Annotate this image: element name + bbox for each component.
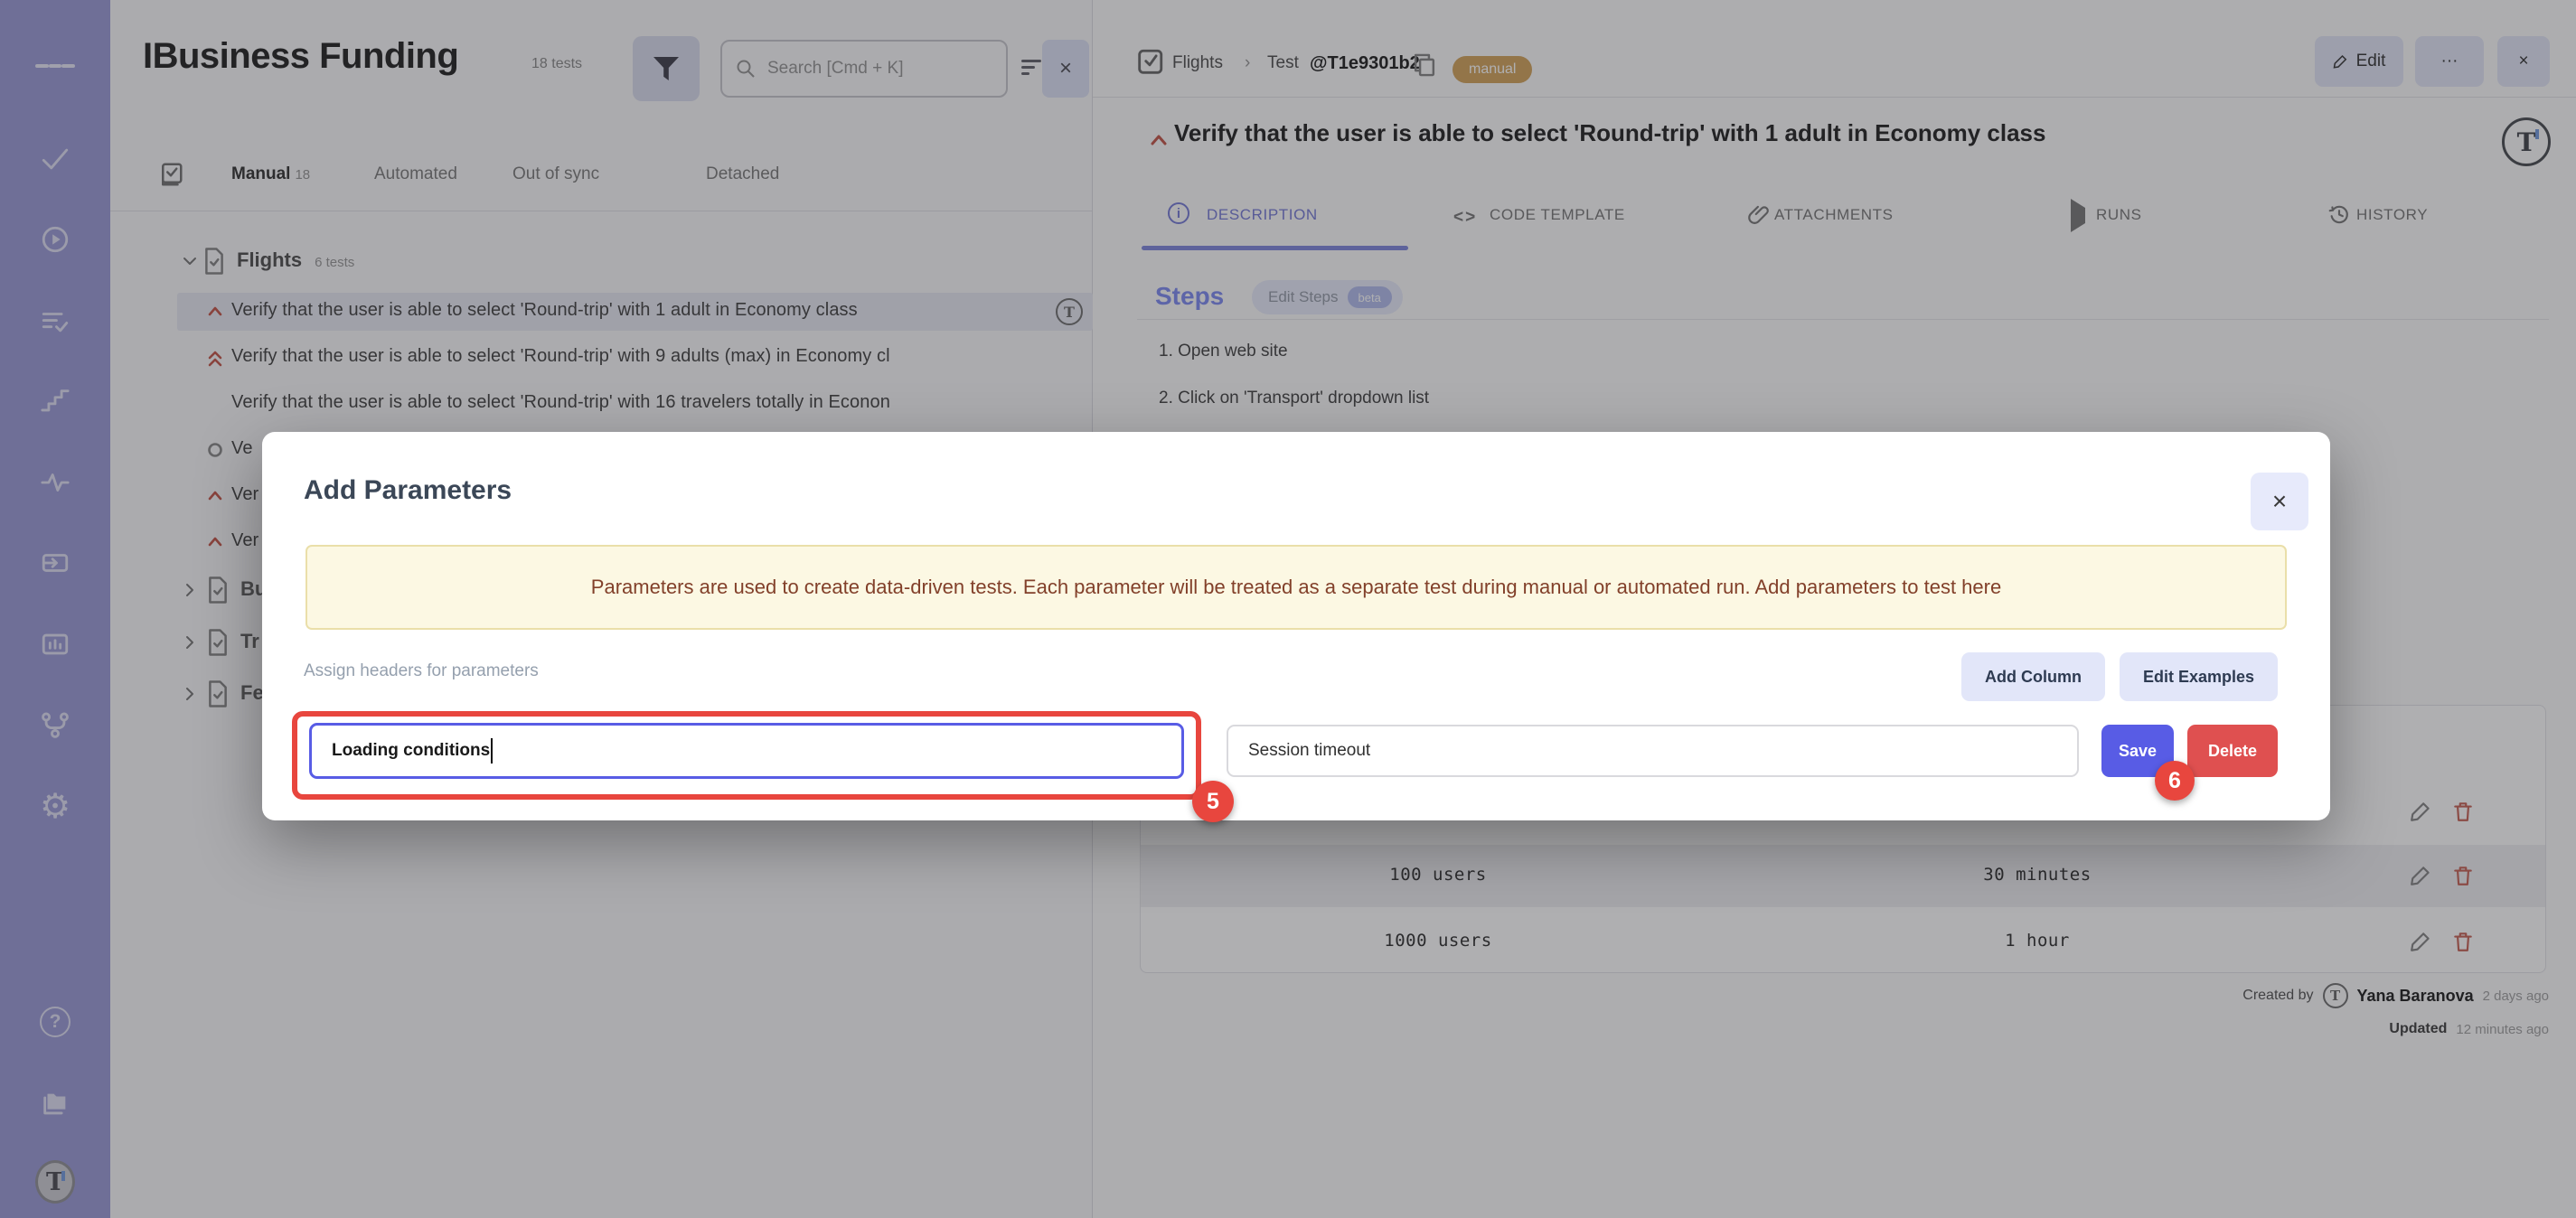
info-banner: Parameters are used to create data-drive… <box>306 545 2287 630</box>
delete-button[interactable]: Delete <box>2187 725 2278 777</box>
app-window: ⚙ ? T IBusiness Funding 18 tests × Manua… <box>0 0 2576 1218</box>
annotation-badge-5: 5 <box>1192 781 1234 822</box>
modal-close-button[interactable]: × <box>2251 473 2308 530</box>
parameter-name-input-2[interactable]: Session timeout <box>1227 725 2079 777</box>
edit-examples-button[interactable]: Edit Examples <box>2120 652 2278 701</box>
modal-title: Add Parameters <box>304 475 512 506</box>
annotation-highlight-box <box>292 711 1201 800</box>
annotation-badge-6: 6 <box>2155 761 2195 801</box>
assign-headers-label: Assign headers for parameters <box>304 661 539 681</box>
add-column-button[interactable]: Add Column <box>1961 652 2105 701</box>
add-parameters-modal: Add Parameters × Parameters are used to … <box>262 432 2330 820</box>
